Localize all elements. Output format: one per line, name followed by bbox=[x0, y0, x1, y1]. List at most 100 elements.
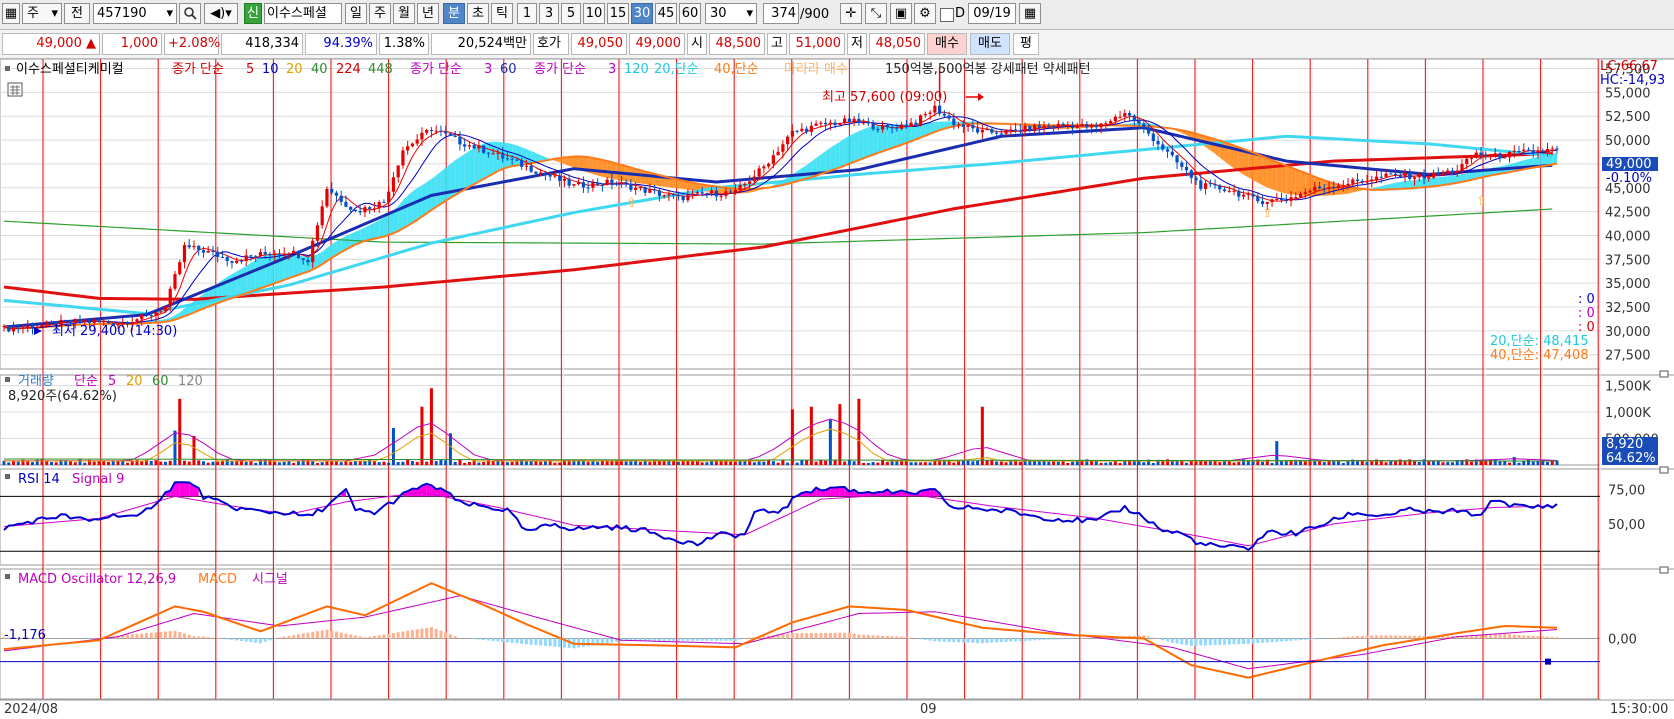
low-annotation: 최저 29,400 (14:30) bbox=[52, 324, 177, 339]
candle-body bbox=[610, 179, 614, 184]
volume-bar bbox=[586, 461, 590, 465]
layout-icon[interactable]: ▦ bbox=[2, 3, 20, 24]
period-second-button[interactable]: 초 bbox=[467, 3, 489, 24]
candle-body bbox=[1013, 129, 1018, 131]
interval-select[interactable]: 30 ▾ bbox=[705, 3, 757, 24]
candle-body bbox=[562, 178, 567, 181]
trend-tool-icon[interactable]: ⤡ bbox=[865, 3, 887, 24]
volume-bar bbox=[434, 461, 438, 465]
count-input[interactable]: 374 bbox=[763, 3, 799, 24]
volume-bar bbox=[401, 461, 405, 465]
volume-bar bbox=[952, 462, 956, 465]
current-price: 49,000 bbox=[36, 36, 82, 51]
volume-bar bbox=[168, 460, 172, 465]
volume-bar bbox=[923, 462, 927, 465]
candle-body bbox=[767, 163, 771, 167]
macd-oscillator-bar bbox=[942, 638, 946, 642]
save-icon[interactable]: ▣ bbox=[890, 3, 912, 24]
candle-body bbox=[1246, 194, 1250, 196]
volume-bar bbox=[767, 459, 771, 465]
macd-oscillator-bar bbox=[1175, 638, 1179, 644]
stock-code-input[interactable]: 457190 ▾ bbox=[93, 3, 177, 24]
gear-icon[interactable]: ⚙ bbox=[914, 3, 936, 24]
hc-label: HC:-14,93 bbox=[1600, 73, 1665, 88]
volume-bar bbox=[1536, 461, 1540, 465]
candle-body bbox=[40, 324, 44, 327]
period-week-button[interactable]: 주 bbox=[369, 3, 391, 24]
ma-cloud-segment bbox=[887, 124, 893, 150]
candle-body bbox=[743, 183, 747, 186]
candle-body bbox=[463, 144, 467, 147]
volume-bar bbox=[876, 462, 880, 465]
candle-body bbox=[520, 159, 524, 167]
macd-oscillator-bar bbox=[1156, 638, 1160, 640]
rsi-overbought-fill bbox=[830, 487, 836, 497]
candle-body bbox=[1279, 198, 1284, 201]
period-tick-button[interactable]: 틱 bbox=[491, 3, 513, 24]
interval-15-button[interactable]: 15 bbox=[607, 3, 629, 24]
period-year-button[interactable]: 년 bbox=[417, 3, 439, 24]
interval-60-button[interactable]: 60 bbox=[679, 3, 701, 24]
volume-bar bbox=[534, 461, 538, 465]
date-input[interactable]: 09/19 bbox=[968, 3, 1016, 24]
macd-oscillator-bar bbox=[710, 638, 714, 641]
interval-10-button[interactable]: 10 bbox=[583, 3, 605, 24]
macd-oscillator-bar bbox=[909, 637, 913, 639]
interval-5-button[interactable]: 5 bbox=[561, 3, 581, 24]
chart-type-select[interactable]: 주 ▾ bbox=[22, 3, 62, 24]
period-minute-button[interactable]: 분 bbox=[443, 3, 465, 24]
candle-body bbox=[1156, 141, 1160, 145]
macd-oscillator-bar bbox=[543, 638, 547, 646]
period-day-button[interactable]: 일 bbox=[345, 3, 367, 24]
eval-button[interactable]: 평 bbox=[1013, 33, 1039, 55]
volume-bar bbox=[30, 462, 34, 465]
volume-bar bbox=[149, 460, 153, 465]
candle-body bbox=[68, 320, 73, 323]
macd-oscillator-bar bbox=[520, 638, 524, 644]
candle-body bbox=[182, 245, 187, 263]
period-month-button[interactable]: 월 bbox=[393, 3, 415, 24]
volume-bar bbox=[1052, 461, 1056, 465]
sell-button[interactable]: 매도 bbox=[970, 33, 1010, 55]
volume-bar bbox=[382, 461, 386, 465]
candle-body bbox=[1517, 150, 1521, 152]
interval-30-button[interactable]: 30 bbox=[631, 3, 653, 24]
candle-body bbox=[1313, 186, 1317, 191]
pattern-up-arrow-icon: ⇧ bbox=[626, 196, 637, 211]
volume-bar bbox=[282, 461, 286, 465]
search-icon[interactable] bbox=[179, 3, 201, 24]
calendar-icon[interactable]: ▦ bbox=[1019, 3, 1041, 24]
candle-body bbox=[505, 158, 510, 160]
d-checkbox[interactable] bbox=[940, 8, 954, 22]
interval-3-button[interactable]: 3 bbox=[539, 3, 559, 24]
candle-body bbox=[1175, 155, 1179, 163]
candle-body bbox=[634, 187, 638, 191]
shin-button[interactable]: 신 bbox=[244, 3, 262, 24]
macd-oscillator-bar bbox=[339, 632, 343, 639]
crosshair-icon[interactable]: ✛ bbox=[840, 3, 862, 24]
interval-1-button[interactable]: 1 bbox=[517, 3, 537, 24]
volume-bar bbox=[439, 459, 443, 465]
stock-chart[interactable]: ⇧⇧⇧ 57,50055,00052,50050,00047,50045,000… bbox=[0, 59, 1674, 719]
macd-oscillator-bar bbox=[1308, 638, 1312, 640]
macd-oscillator-bar bbox=[192, 636, 196, 639]
macd-oscillator-bar bbox=[1199, 638, 1203, 646]
candle-body bbox=[1023, 125, 1027, 132]
speaker-icon[interactable]: ◀)▾ bbox=[204, 3, 238, 24]
candle-body bbox=[1474, 152, 1478, 158]
volume-bar bbox=[92, 461, 96, 465]
prev-button[interactable]: 전 bbox=[64, 3, 90, 24]
stock-name-field[interactable]: 이수스페셜 bbox=[264, 3, 342, 24]
macd-oscillator-bar bbox=[1555, 637, 1559, 639]
macd-oscillator-bar bbox=[904, 636, 908, 639]
candle-body bbox=[591, 182, 595, 188]
macd-oscillator-bar bbox=[1256, 638, 1260, 644]
price-tick-label: 50,000 bbox=[1605, 134, 1651, 149]
candle-body bbox=[1450, 170, 1455, 173]
macd-oscillator-bar bbox=[87, 638, 91, 639]
interval-45-button[interactable]: 45 bbox=[655, 3, 677, 24]
buy-button[interactable]: 매수 bbox=[927, 33, 967, 55]
macd-oscillator-bar bbox=[524, 638, 528, 645]
volume-bar bbox=[705, 462, 709, 465]
volume-bar bbox=[843, 461, 847, 465]
